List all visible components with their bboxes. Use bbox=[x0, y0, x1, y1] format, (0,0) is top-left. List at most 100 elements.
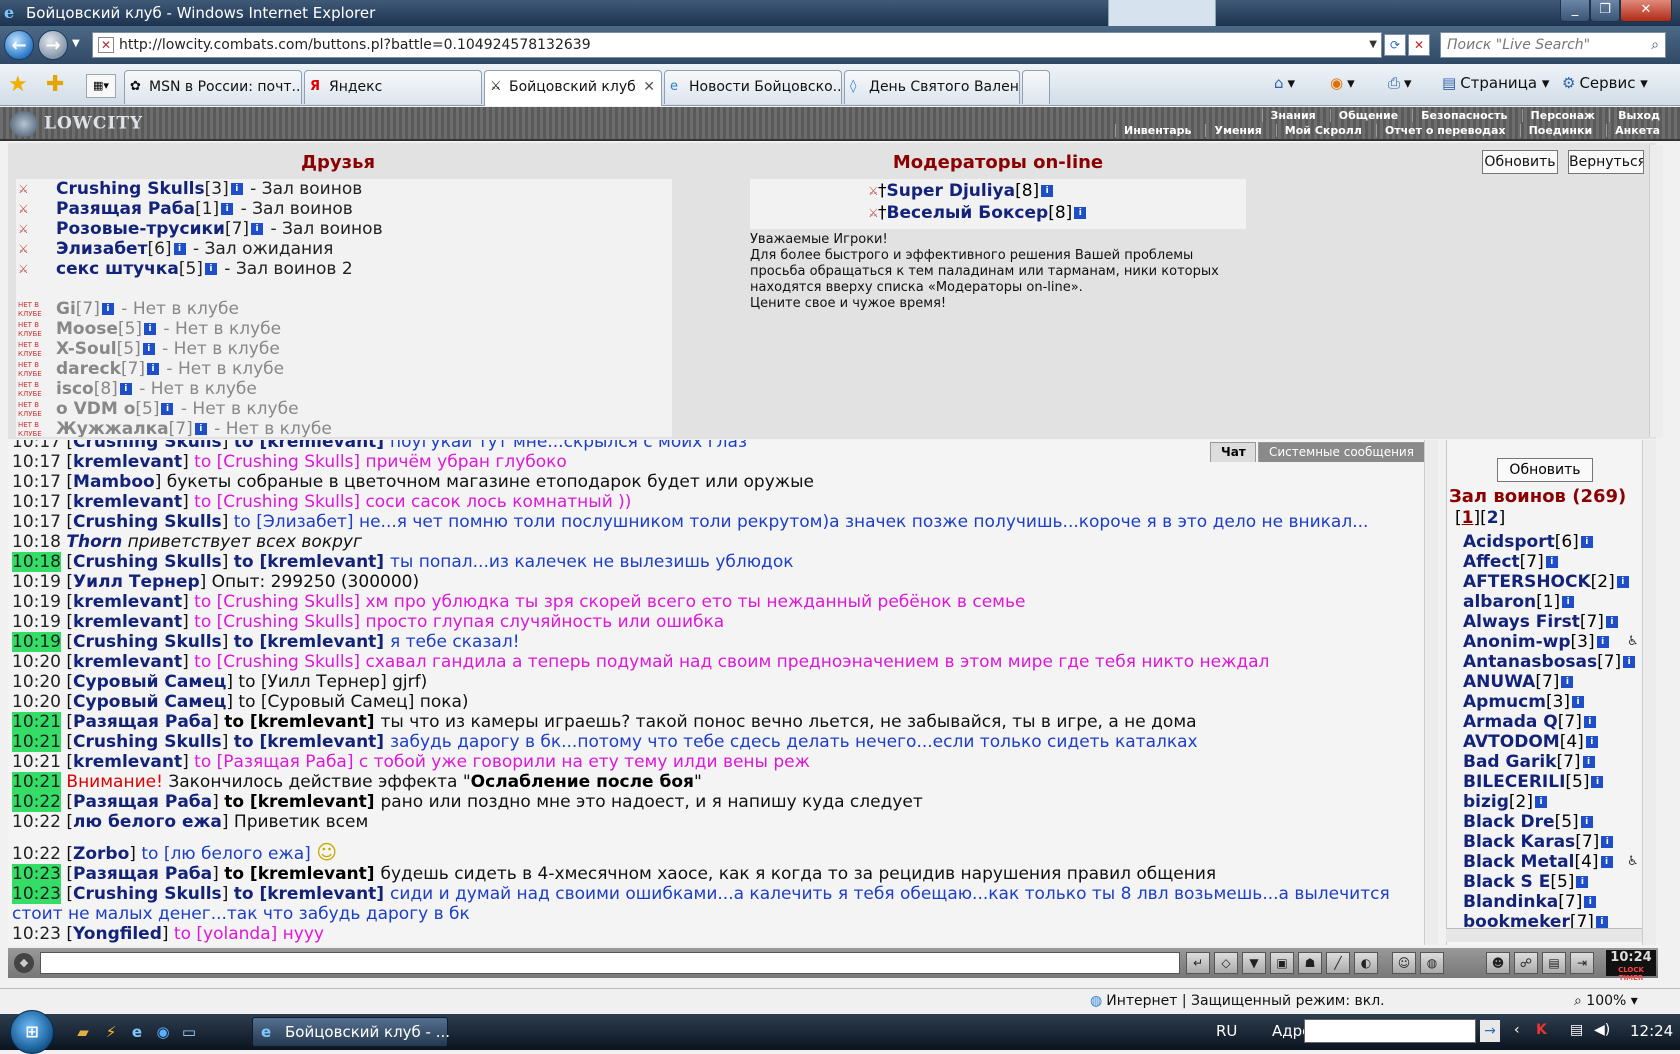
info-icon[interactable]: i bbox=[142, 343, 155, 355]
player-name[interactable]: ANUWA bbox=[1463, 672, 1535, 692]
favorites-star-icon[interactable]: ★ bbox=[8, 72, 28, 97]
room-horizontal-scrollbar[interactable] bbox=[1446, 928, 1642, 942]
friend-name[interactable]: isco bbox=[56, 379, 94, 399]
player-name[interactable]: AVTODOM bbox=[1463, 732, 1560, 752]
player-name[interactable]: Armada Q bbox=[1463, 712, 1558, 732]
menu-skills[interactable]: Умения bbox=[1205, 124, 1269, 137]
tab-yandex[interactable]: Я Яндекс bbox=[304, 70, 482, 104]
message-time[interactable]: 10:21 bbox=[12, 732, 61, 752]
info-icon[interactable]: i bbox=[1562, 596, 1575, 608]
sender-name[interactable]: Crushing Skulls bbox=[73, 552, 222, 572]
player-name[interactable]: BILECERILI bbox=[1463, 772, 1565, 792]
menu-duels[interactable]: Поединки bbox=[1519, 124, 1601, 137]
message-time[interactable]: 10:17 bbox=[12, 492, 61, 512]
player-name[interactable]: Anonim-wp bbox=[1463, 632, 1571, 652]
tab-valentine[interactable]: ◊ День Святого Вален... bbox=[844, 70, 1020, 104]
save-log-icon[interactable]: ▣ bbox=[1270, 952, 1294, 974]
message-time[interactable]: 10:22 bbox=[12, 844, 61, 864]
sender-name[interactable]: Уилл Тернер bbox=[73, 572, 200, 592]
menu-transfer-report[interactable]: Отчет о переводах bbox=[1375, 124, 1514, 137]
info-icon[interactable]: i bbox=[1534, 796, 1547, 808]
player-name[interactable]: Bad Garik bbox=[1463, 752, 1556, 772]
room-scrollbar[interactable] bbox=[1642, 440, 1656, 945]
add-favorite-icon[interactable]: ✚ bbox=[46, 72, 64, 97]
moderator-name[interactable]: Веселый Боксер bbox=[887, 203, 1049, 223]
fight-invite-icon[interactable]: ⚔ bbox=[18, 259, 29, 279]
info-icon[interactable]: i bbox=[1585, 736, 1598, 748]
info-icon[interactable]: i bbox=[1596, 636, 1609, 648]
player-name[interactable]: AFTERSHOCK bbox=[1463, 572, 1591, 592]
chat-menu-icon[interactable]: ◆ bbox=[14, 953, 34, 973]
message-time[interactable]: 10:19 bbox=[12, 632, 61, 652]
info-icon[interactable]: i bbox=[1582, 756, 1595, 768]
media-icon[interactable]: ◉ bbox=[152, 1022, 174, 1042]
go-arrow-icon[interactable]: → bbox=[1480, 1020, 1500, 1042]
menu-security[interactable]: Безопасность bbox=[1412, 109, 1515, 122]
info-icon[interactable]: i bbox=[1583, 716, 1596, 728]
taskbar-address-input[interactable] bbox=[1304, 1019, 1476, 1043]
info-icon[interactable]: i bbox=[144, 323, 157, 335]
player-name[interactable]: Blandinka bbox=[1463, 892, 1558, 912]
message-time[interactable]: 10:20 bbox=[12, 672, 61, 692]
tab-chat[interactable]: Чат bbox=[1210, 442, 1256, 462]
message-time[interactable]: 10:21 bbox=[12, 772, 61, 792]
message-time[interactable]: 10:23 bbox=[12, 864, 61, 884]
sender-name[interactable]: Crushing Skulls bbox=[73, 732, 222, 752]
sender-name[interactable]: Thorn bbox=[66, 532, 122, 552]
friend-name[interactable]: Жужжалка bbox=[56, 419, 169, 437]
message-time[interactable]: 10:17 bbox=[12, 472, 61, 492]
sender-name[interactable]: Crushing Skulls bbox=[73, 632, 222, 652]
info-icon[interactable]: i bbox=[1561, 676, 1574, 688]
speed-icon[interactable]: ◐ bbox=[1354, 952, 1378, 974]
info-icon[interactable]: i bbox=[1623, 656, 1636, 668]
folder-icon[interactable]: ▰ bbox=[72, 1022, 94, 1042]
sender-name[interactable]: лю белого ежа bbox=[73, 812, 222, 832]
feeds-icon[interactable]: ◉ ▾ bbox=[1330, 74, 1355, 92]
fight-invite-icon[interactable]: ⚔ bbox=[18, 239, 29, 259]
info-icon[interactable]: i bbox=[1580, 816, 1593, 828]
fight-invite-icon[interactable]: ⚔ bbox=[868, 181, 879, 201]
info-icon[interactable]: i bbox=[194, 423, 207, 435]
player-name[interactable]: Black Dre bbox=[1463, 812, 1555, 832]
friend-name[interactable]: Элизабет bbox=[56, 239, 147, 259]
player-name[interactable]: bizig bbox=[1463, 792, 1509, 812]
menu-knowledge[interactable]: Знания bbox=[1261, 109, 1324, 122]
info-icon[interactable]: i bbox=[1545, 556, 1558, 568]
info-icon[interactable]: i bbox=[173, 243, 186, 255]
info-icon[interactable]: i bbox=[161, 403, 174, 415]
slash-icon[interactable]: ╱ bbox=[1326, 952, 1350, 974]
sender-name[interactable]: Crushing Skulls bbox=[73, 440, 222, 452]
message-time[interactable]: 10:18 bbox=[12, 552, 61, 572]
info-icon[interactable]: i bbox=[1605, 616, 1618, 628]
info-icon[interactable]: i bbox=[1595, 916, 1608, 928]
search-icon[interactable]: ⌕ bbox=[1651, 33, 1659, 57]
info-icon[interactable]: i bbox=[1616, 576, 1629, 588]
clear-icon[interactable]: ◇ bbox=[1214, 952, 1238, 974]
volume-icon[interactable]: ◀) bbox=[1594, 1022, 1610, 1038]
url-field[interactable]: ✕ http://lowcity.combats.com/buttons.pl?… bbox=[92, 32, 1382, 58]
network-icon[interactable]: ▤ bbox=[1570, 1022, 1583, 1038]
message-time[interactable]: 10:19 bbox=[12, 572, 61, 592]
sender-name[interactable]: Суровый Самец bbox=[73, 692, 226, 712]
info-icon[interactable]: i bbox=[119, 383, 132, 395]
fight-invite-icon[interactable]: ⚔ bbox=[868, 203, 879, 223]
sender-name[interactable]: Mamboo bbox=[73, 472, 155, 492]
info-icon[interactable]: i bbox=[1600, 856, 1613, 868]
menu-communication[interactable]: Общение bbox=[1329, 109, 1406, 122]
search-input[interactable]: Поиск "Live Search" ⌕ bbox=[1440, 32, 1666, 58]
friend-name[interactable]: X-Soul bbox=[56, 339, 117, 359]
info-icon[interactable]: i bbox=[251, 223, 264, 235]
refresh-icon[interactable]: ⟳ bbox=[1384, 34, 1406, 56]
tray-chevron-icon[interactable]: ‹ bbox=[1514, 1022, 1520, 1038]
filter-icon[interactable]: ▼ bbox=[1242, 952, 1266, 974]
stop-icon[interactable]: ✕ bbox=[1408, 34, 1430, 56]
exit-icon[interactable]: ⇥ bbox=[1570, 952, 1594, 974]
maximize-button[interactable]: ❐ bbox=[1590, 0, 1620, 22]
friend-name[interactable]: Moose bbox=[56, 319, 118, 339]
sender-name[interactable]: kremlevant bbox=[73, 492, 182, 512]
friends-scrollbar[interactable] bbox=[1649, 145, 1663, 437]
friend-name[interactable]: dareck bbox=[56, 359, 121, 379]
fight-invite-icon[interactable]: ⚔ bbox=[18, 219, 29, 239]
home-icon[interactable]: ⌂ ▾ bbox=[1274, 74, 1295, 92]
taskbar-ie-window[interactable]: e Бойцовский клуб - ... bbox=[252, 1017, 450, 1047]
